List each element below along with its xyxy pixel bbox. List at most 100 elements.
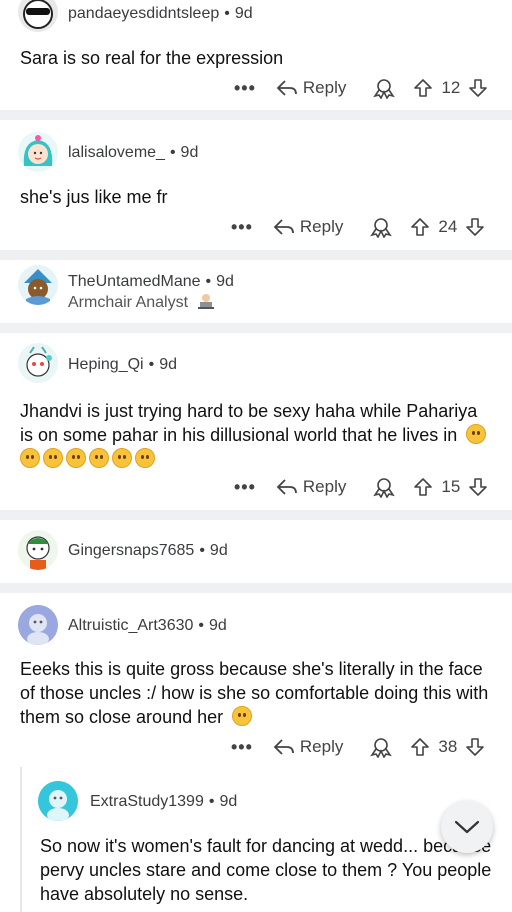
comment: pandaeyesdidntsleep • 9d Sara is so real f… <box>0 0 512 110</box>
comment-collapsed[interactable]: TheUntamedMane • 9d Armchair Analyst <box>0 260 512 323</box>
vote-count: 12 <box>441 78 461 97</box>
comment-meta: Altruistic_Art3630 • 9d <box>68 617 227 634</box>
divider <box>0 250 512 260</box>
reply-button[interactable]: Reply <box>273 737 343 757</box>
reply-arrow-icon <box>273 739 294 755</box>
tongue-emoji-icon <box>89 448 109 468</box>
upvote-button[interactable] <box>410 737 430 757</box>
comment-text: Jhandvi is just trying hard to be sexy h… <box>20 399 492 471</box>
downvote-arrow-icon <box>466 218 485 236</box>
laptop-emoji-icon <box>197 294 214 309</box>
upvote-button[interactable] <box>413 477 433 497</box>
downvote-arrow-icon <box>469 478 488 496</box>
timestamp: 9d <box>159 356 178 373</box>
comment-text: she's jus like me fr <box>20 187 168 207</box>
comment-text: So now it's women's fault for dancing at… <box>40 836 492 904</box>
avatar[interactable] <box>18 132 58 172</box>
timestamp: 9d <box>180 144 199 161</box>
vote-count: 24 <box>438 217 458 236</box>
timestamp: 9d <box>209 617 227 634</box>
comment-text: Eeeks this is quite gross because she's … <box>20 659 489 727</box>
username[interactable]: pandaeyesdidntsleep <box>68 5 219 22</box>
upvote-arrow-icon <box>411 218 430 236</box>
timestamp: 9d <box>209 542 228 559</box>
avatar[interactable] <box>18 343 58 383</box>
scream-emoji-icon <box>20 448 40 468</box>
reply-comment: ExtraStudy1399 • 9d So now it's women's fa… <box>22 767 512 912</box>
reply-label: Reply <box>302 78 347 97</box>
divider <box>0 323 512 333</box>
laughing-emoji-icon <box>466 424 487 444</box>
avatar[interactable] <box>18 265 58 305</box>
comment: lalisaloveme_ • 9d she's jus like me fr ••… <box>0 120 512 250</box>
avatar[interactable] <box>38 781 78 821</box>
comment-meta: Gingersnaps7685 • 9d <box>68 542 228 559</box>
award-button[interactable] <box>373 476 396 498</box>
user-flair: Armchair Analyst <box>68 293 215 312</box>
vote-count: 38 <box>438 737 458 756</box>
award-button[interactable] <box>370 736 393 758</box>
username[interactable]: Heping_Qi <box>68 356 144 373</box>
reply-button[interactable]: Reply <box>273 217 343 237</box>
comment-actions: ••• Reply 12 <box>234 75 488 101</box>
comment-meta: Heping_Qi • 9d <box>68 356 178 373</box>
reply-button[interactable]: Reply <box>276 78 346 98</box>
reply-button[interactable]: Reply <box>276 477 346 497</box>
upvote-arrow-icon <box>411 738 430 756</box>
username[interactable]: TheUntamedMane <box>68 273 201 290</box>
comment-meta: TheUntamedMane • 9d <box>68 273 234 290</box>
chevron-down-icon <box>454 820 480 834</box>
more-options-button[interactable]: ••• <box>234 477 256 498</box>
eye-roll-emoji-icon <box>135 448 155 468</box>
woozy-emoji-icon <box>232 706 253 726</box>
award-icon <box>373 478 396 498</box>
award-icon <box>370 218 393 238</box>
avatar[interactable] <box>18 530 58 570</box>
divider <box>0 110 512 120</box>
collapse-thread-button[interactable] <box>441 801 493 853</box>
downvote-arrow-icon <box>466 738 485 756</box>
more-options-button[interactable]: ••• <box>231 217 253 238</box>
username[interactable]: lalisaloveme_ <box>68 144 165 161</box>
comment-meta: lalisaloveme_ • 9d <box>68 144 199 161</box>
divider <box>0 583 512 593</box>
rofl-emoji-icon <box>43 448 63 468</box>
upvote-button[interactable] <box>413 78 433 98</box>
award-button[interactable] <box>370 216 393 238</box>
downvote-button[interactable] <box>468 477 488 497</box>
comment: Heping_Qi • 9d Jhandvi is just trying hard… <box>0 333 512 510</box>
timestamp: 9d <box>219 793 238 810</box>
downvote-arrow-icon <box>469 79 488 97</box>
more-options-button[interactable]: ••• <box>231 737 253 758</box>
award-button[interactable] <box>373 77 396 99</box>
username[interactable]: ExtraStudy1399 <box>90 793 204 810</box>
more-options-button[interactable]: ••• <box>234 78 256 99</box>
reply-label: Reply <box>299 217 344 236</box>
upvote-arrow-icon <box>414 79 433 97</box>
comment-actions: ••• Reply 15 <box>234 474 488 500</box>
username[interactable]: Altruistic_Art3630 <box>68 617 193 634</box>
avatar[interactable] <box>18 605 58 645</box>
downvote-button[interactable] <box>465 217 485 237</box>
upvote-arrow-icon <box>414 478 433 496</box>
downvote-button[interactable] <box>465 737 485 757</box>
upvote-button[interactable] <box>410 217 430 237</box>
comment-text: Sara is so real for the expression <box>20 48 284 68</box>
reply-arrow-icon <box>273 219 294 235</box>
downvote-button[interactable] <box>468 78 488 98</box>
comment-actions: ••• Reply 38 <box>231 734 485 760</box>
avatar[interactable] <box>18 0 58 32</box>
timestamp: 9d <box>216 273 234 290</box>
reply-label: Reply <box>302 477 347 496</box>
reply-arrow-icon <box>276 80 297 96</box>
comment-meta: ExtraStudy1399 • 9d <box>90 793 238 810</box>
vote-count: 15 <box>441 477 461 496</box>
username[interactable]: Gingersnaps7685 <box>68 542 194 559</box>
award-icon <box>370 738 393 758</box>
award-icon <box>373 79 396 99</box>
timestamp: 9d <box>234 5 253 22</box>
reply-arrow-icon <box>276 479 297 495</box>
comment-collapsed[interactable]: Gingersnaps7685 • 9d <box>0 520 512 583</box>
comment-meta: pandaeyesdidntsleep • 9d <box>68 5 253 22</box>
comment-actions: ••• Reply 24 <box>231 214 485 240</box>
